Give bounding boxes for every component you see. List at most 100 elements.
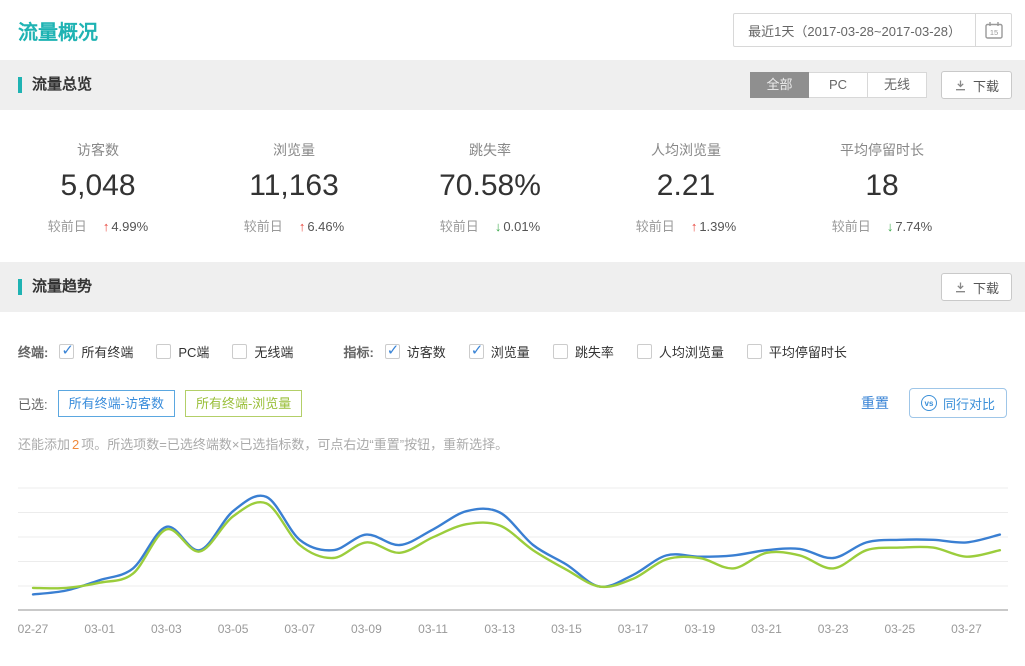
check-icon: ✓: [471, 341, 484, 359]
selected-tag-pageviews[interactable]: 所有终端-浏览量: [185, 390, 302, 417]
stat-label: 跳失率: [392, 140, 588, 160]
x-axis-tick-label: 03-05: [218, 622, 249, 636]
x-axis-tick-label: 03-15: [551, 622, 582, 636]
checkbox-label: 浏览量: [491, 342, 530, 361]
tab-wireless[interactable]: 无线: [868, 72, 927, 98]
selected-tag-visitors[interactable]: 所有终端-访客数: [58, 390, 175, 417]
stat-bounce-rate: 跳失率 70.58% 较前日↓0.01%: [392, 140, 588, 262]
trend-line-chart[interactable]: 02-27 03-01 03-03 03-05 03-07 03-09 03-11 03-13…: [0, 470, 1025, 663]
overview-download-button[interactable]: 下载: [941, 71, 1012, 99]
tab-all[interactable]: 全部: [750, 72, 809, 98]
top-bar: 流量概况 最近1天（2017-03-28~2017-03-28） 15: [0, 0, 1025, 60]
download-label: 下载: [973, 76, 999, 95]
stat-value: 70.58%: [392, 169, 588, 203]
stat-label: 人均浏览量: [588, 140, 784, 160]
date-range-picker[interactable]: 最近1天（2017-03-28~2017-03-28） 15: [733, 13, 1012, 47]
checkbox-all-terminals[interactable]: ✓ 所有终端: [59, 342, 133, 361]
checkbox-label: PC端: [178, 342, 209, 361]
hint-prefix: 还能添加: [18, 437, 70, 452]
delta-arrow-icon: ↑: [103, 219, 110, 234]
overview-section-title: 流量总览: [18, 77, 92, 93]
checkbox-metric-pages-per-visit[interactable]: ✓ 人均浏览量: [637, 342, 724, 361]
delta-arrow-icon: ↓: [495, 219, 502, 234]
checkbox-icon: ✓: [385, 344, 400, 359]
download-icon: [954, 281, 967, 293]
selection-hint: 还能添加2项。所选项数=已选终端数×已选指标数，可点右边“重置”按钮，重新选择。: [0, 434, 1025, 453]
checkbox-metric-pageviews[interactable]: ✓ 浏览量: [469, 342, 530, 361]
svg-text:15: 15: [989, 28, 997, 37]
checkbox-label: 访客数: [407, 342, 446, 361]
selected-series-row: 已选: 所有终端-访客数 所有终端-浏览量 重置 vs 同行对比: [0, 388, 1025, 418]
x-axis-tick-label: 03-07: [284, 622, 315, 636]
stat-label: 平均停留时长: [784, 140, 980, 160]
device-segmented-control: 全部 PC 无线: [750, 72, 927, 98]
delta-value: 4.99%: [111, 219, 148, 234]
calendar-button[interactable]: 15: [975, 14, 1011, 46]
series-line: [33, 502, 1000, 588]
checkbox-icon: ✓: [637, 344, 652, 359]
check-icon: ✓: [61, 341, 74, 359]
checkbox-label: 跳失率: [575, 342, 614, 361]
series-line: [33, 496, 1000, 595]
reset-link[interactable]: 重置: [861, 393, 889, 413]
checkbox-icon: ✓: [553, 344, 568, 359]
checkbox-icon: ✓: [156, 344, 171, 359]
delta-value: 1.39%: [699, 219, 736, 234]
checkbox-icon: ✓: [747, 344, 762, 359]
stat-avg-duration: 平均停留时长 18 较前日↓7.74%: [784, 140, 980, 262]
checkbox-label: 人均浏览量: [659, 342, 724, 361]
delta-value: 7.74%: [895, 219, 932, 234]
calendar-icon: 15: [984, 21, 1004, 40]
checkbox-icon: ✓: [469, 344, 484, 359]
peer-compare-label: 同行对比: [943, 394, 995, 413]
download-icon: [954, 79, 967, 91]
checkbox-icon: ✓: [59, 344, 74, 359]
trend-chart-container: 02-27 03-01 03-03 03-05 03-07 03-09 03-11 03-13…: [0, 470, 1025, 666]
stat-value: 18: [784, 169, 980, 203]
compare-label: 较前日: [440, 219, 479, 234]
checkbox-pc-terminal[interactable]: ✓ PC端: [156, 342, 209, 361]
checkbox-metric-bounce-rate[interactable]: ✓ 跳失率: [553, 342, 614, 361]
overview-stats: 访客数 5,048 较前日↑4.99% 浏览量 11,163 较前日↑6.46%…: [0, 110, 1025, 262]
trend-download-button[interactable]: 下载: [941, 273, 1012, 301]
stat-label: 浏览量: [196, 140, 392, 160]
checkbox-label: 平均停留时长: [769, 342, 847, 361]
x-axis-tick-label: 03-03: [151, 622, 182, 636]
x-axis-tick-label: 03-11: [418, 622, 448, 636]
vs-icon: vs: [921, 395, 937, 411]
download-label: 下载: [973, 278, 999, 297]
peer-compare-button[interactable]: vs 同行对比: [909, 388, 1007, 418]
stat-pages-per-visit: 人均浏览量 2.21 较前日↑1.39%: [588, 140, 784, 262]
stat-value: 11,163: [196, 169, 392, 203]
metric-filter-label: 指标:: [343, 342, 373, 361]
selected-label: 已选:: [18, 394, 48, 413]
delta-arrow-icon: ↓: [887, 219, 894, 234]
checkbox-label: 所有终端: [81, 342, 133, 361]
tab-pc[interactable]: PC: [809, 72, 868, 98]
stat-pageviews: 浏览量 11,163 较前日↑6.46%: [196, 140, 392, 262]
stat-visitors: 访客数 5,048 较前日↑4.99%: [0, 140, 196, 262]
stat-value: 2.21: [588, 169, 784, 203]
x-axis-tick-label: 03-19: [684, 622, 715, 636]
x-axis-tick-label: 03-25: [884, 622, 915, 636]
x-axis-tick-label: 03-01: [84, 622, 115, 636]
checkbox-metric-avg-duration[interactable]: ✓ 平均停留时长: [747, 342, 847, 361]
check-icon: ✓: [387, 341, 400, 359]
checkbox-wireless-terminal[interactable]: ✓ 无线端: [232, 342, 293, 361]
delta-arrow-icon: ↑: [299, 219, 306, 234]
date-range-value[interactable]: 最近1天（2017-03-28~2017-03-28）: [734, 14, 975, 46]
checkbox-icon: ✓: [232, 344, 247, 359]
trend-section-header: 流量趋势 下载: [0, 262, 1025, 312]
overview-section-header: 流量总览 全部 PC 无线 下载: [0, 60, 1025, 110]
x-axis-tick-label: 03-21: [751, 622, 782, 636]
compare-label: 较前日: [244, 219, 283, 234]
x-axis-tick-label: 03-13: [484, 622, 515, 636]
x-axis-tick-label: 03-23: [818, 622, 849, 636]
x-axis-tick-label: 03-09: [351, 622, 382, 636]
checkbox-metric-visitors[interactable]: ✓ 访客数: [385, 342, 446, 361]
compare-label: 较前日: [48, 219, 87, 234]
x-axis-tick-label: 02-27: [18, 622, 49, 636]
stat-value: 5,048: [0, 169, 196, 203]
hint-suffix: 项。所选项数=已选终端数×已选指标数，可点右边“重置”按钮，重新选择。: [81, 437, 508, 452]
compare-label: 较前日: [636, 219, 675, 234]
